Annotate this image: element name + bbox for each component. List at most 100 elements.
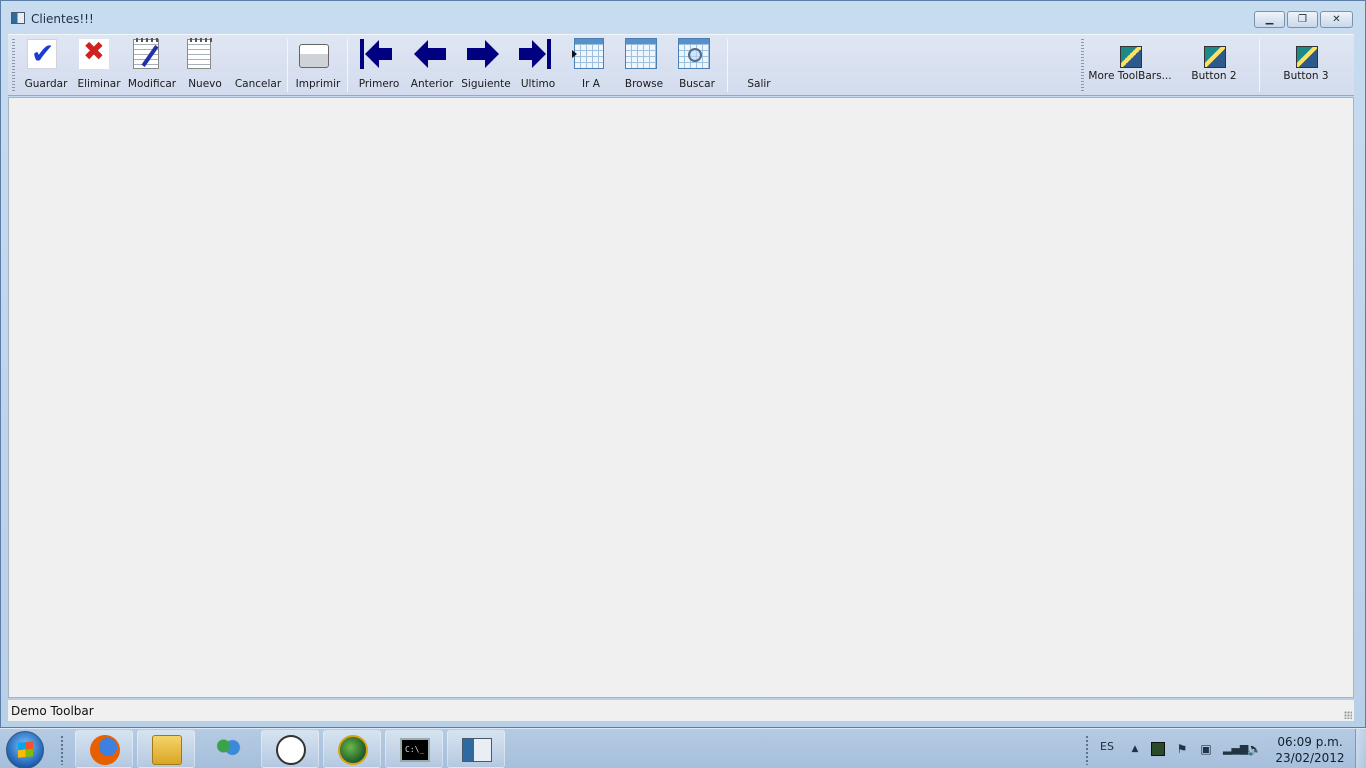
close-icon: ✕ [1332, 14, 1341, 25]
clock-date: 23/02/2012 [1275, 751, 1345, 765]
browse-button[interactable]: Browse [619, 35, 669, 95]
toolbar-grip[interactable] [12, 39, 15, 93]
siguiente-button[interactable]: Siguiente [460, 35, 512, 95]
start-button[interactable] [6, 731, 44, 768]
button-3-label: Button 3 [1283, 70, 1329, 82]
more-toolbars-label: More ToolBars... [1088, 70, 1172, 82]
search-grid-icon [678, 38, 710, 69]
taskbar-grip[interactable] [1085, 735, 1089, 765]
cancelar-button[interactable]: Cancelar [233, 35, 283, 95]
taskbar-cmd[interactable] [385, 730, 443, 768]
browse-grid-icon [625, 38, 657, 69]
taskbar-clientes-window[interactable] [447, 730, 505, 768]
window-app-icon [462, 738, 492, 762]
taskbar: ES ▲ ⚑ ▣ ▂▄▆ 🔈 06:09 p.m. 23/02/2012 [0, 728, 1366, 768]
toolbar-separator [287, 39, 288, 92]
volume-speaker-icon[interactable]: 🔈 [1247, 742, 1262, 756]
firefox-icon [90, 735, 120, 765]
goto-grid-icon [574, 38, 604, 69]
taskbar-messenger[interactable] [199, 730, 257, 768]
last-arrow-icon [519, 39, 551, 69]
ir-a-button[interactable]: Ir A [567, 35, 615, 95]
power-plug-icon[interactable]: ▣ [1199, 742, 1213, 756]
delete-x-icon [79, 37, 109, 69]
taskbar-grip[interactable] [60, 735, 64, 765]
buscar-button[interactable]: Buscar [672, 35, 722, 95]
status-text: Demo Toolbar [11, 704, 94, 718]
anterior-label: Anterior [410, 78, 454, 90]
primero-label: Primero [358, 78, 400, 90]
title-bar[interactable]: Clientes!!! ▁ ❐ ✕ [1, 1, 1365, 34]
resize-grip[interactable] [1344, 711, 1352, 719]
edit-notepad-icon [133, 38, 160, 69]
modificar-label: Modificar [127, 78, 177, 90]
client-area [8, 97, 1354, 698]
globe-app-icon [338, 735, 368, 765]
rabbit-app-icon [276, 735, 306, 765]
salir-button[interactable]: Salir [734, 35, 784, 95]
minimize-button[interactable]: ▁ [1254, 11, 1285, 28]
ultimo-button[interactable]: Ultimo [514, 35, 562, 95]
nuevo-button[interactable]: Nuevo [180, 35, 230, 95]
taskbar-globe-app[interactable] [323, 730, 381, 768]
action-center-flag-icon[interactable]: ⚑ [1175, 742, 1189, 756]
taskbar-rabbit-app[interactable] [261, 730, 319, 768]
tray-app-icon[interactable] [1151, 742, 1165, 756]
taskbar-firefox[interactable] [75, 730, 133, 768]
guardar-label: Guardar [24, 78, 68, 90]
window-title: Clientes!!! [31, 12, 94, 26]
button-2-label: Button 2 [1191, 70, 1237, 82]
restore-button[interactable]: ❐ [1287, 11, 1318, 28]
guardar-button[interactable]: Guardar [22, 35, 70, 95]
clock-time: 06:09 p.m. [1277, 735, 1343, 749]
explorer-folder-icon [152, 735, 182, 765]
buscar-label: Buscar [679, 78, 715, 90]
taskbar-explorer[interactable] [137, 730, 195, 768]
eliminar-button[interactable]: Eliminar [74, 35, 124, 95]
minimize-icon: ▁ [1265, 14, 1274, 25]
imprimir-button[interactable]: Imprimir [293, 35, 343, 95]
next-arrow-icon [467, 40, 499, 68]
toolbar-image-icon [1296, 46, 1318, 68]
toolbar-image-icon [1120, 46, 1142, 68]
app-window: Clientes!!! ▁ ❐ ✕ Guardar Eliminar Modif… [0, 0, 1366, 728]
first-arrow-icon [360, 39, 392, 69]
show-desktop-button[interactable] [1355, 729, 1366, 768]
modificar-button[interactable]: Modificar [127, 35, 177, 95]
pointer-arrow-icon [572, 50, 577, 58]
close-button[interactable]: ✕ [1320, 11, 1353, 28]
siguiente-label: Siguiente [461, 78, 511, 90]
salir-label: Salir [747, 78, 771, 90]
messenger-icon [213, 734, 243, 764]
system-clock[interactable]: 06:09 p.m. 23/02/2012 [1272, 734, 1348, 766]
restore-icon: ❐ [1298, 14, 1307, 25]
primero-button[interactable]: Primero [354, 35, 404, 95]
network-signal-icon[interactable]: ▂▄▆ [1223, 742, 1248, 756]
cancelar-label: Cancelar [234, 78, 282, 90]
new-notepad-icon [187, 38, 214, 69]
anterior-button[interactable]: Anterior [407, 35, 457, 95]
main-toolbar: Guardar Eliminar Modificar Nuevo Cancela… [8, 34, 1354, 96]
button-2[interactable]: Button 2 [1184, 35, 1244, 95]
toolbar-grip[interactable] [1081, 39, 1084, 93]
check-icon [27, 37, 57, 70]
language-indicator[interactable]: ES [1100, 740, 1114, 753]
status-bar: Demo Toolbar [8, 699, 1354, 721]
nuevo-label: Nuevo [188, 78, 222, 90]
imprimir-label: Imprimir [295, 78, 341, 90]
toolbar-separator [1259, 39, 1260, 92]
cmd-icon [400, 738, 430, 762]
toolbar-image-icon [1204, 46, 1226, 68]
window-app-icon[interactable] [11, 12, 25, 24]
more-toolbars-button[interactable]: More ToolBars... [1088, 35, 1172, 95]
toolbar-separator [727, 39, 728, 92]
button-3[interactable]: Button 3 [1274, 35, 1338, 95]
eliminar-label: Eliminar [77, 78, 121, 90]
ultimo-label: Ultimo [520, 78, 556, 90]
browse-label: Browse [624, 78, 664, 90]
toolbar-separator [347, 39, 348, 92]
printer-icon [299, 44, 329, 68]
previous-arrow-icon [414, 40, 446, 68]
ir-a-label: Ir A [582, 78, 600, 90]
show-hidden-icons-arrow-icon[interactable]: ▲ [1128, 742, 1142, 756]
